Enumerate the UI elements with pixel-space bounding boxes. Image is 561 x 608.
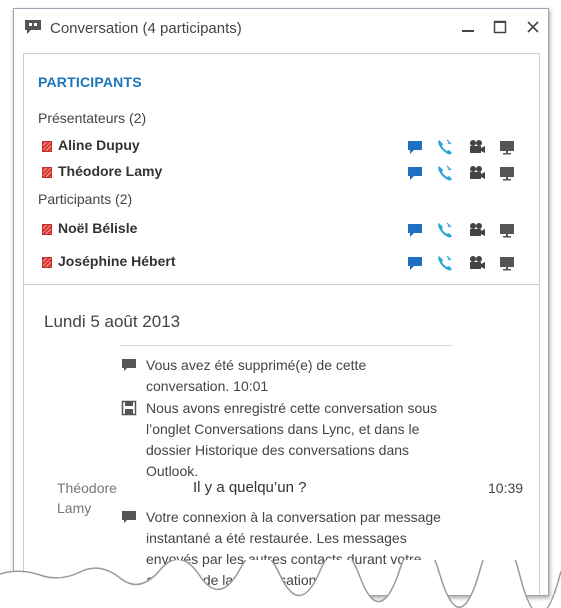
close-button[interactable] xyxy=(525,19,541,35)
im-icon[interactable] xyxy=(405,221,425,239)
participant-name[interactable]: Joséphine Hébert xyxy=(58,253,175,269)
video-icon[interactable] xyxy=(466,164,486,182)
group-label-presenters[interactable]: Présentateurs (2) xyxy=(38,110,146,126)
screen-share-icon[interactable] xyxy=(497,254,517,272)
presence-busy-icon xyxy=(42,167,52,178)
system-message: Vous avez été supprimé(e) de cette conve… xyxy=(122,355,446,397)
conversation-icon xyxy=(25,20,41,34)
save-icon xyxy=(121,400,137,416)
video-icon[interactable] xyxy=(466,221,486,239)
participant-row[interactable]: Noël Bélisle xyxy=(42,220,522,240)
message-time: 10:39 xyxy=(488,480,524,496)
system-message-text: Nous avons enregistré cette conversation… xyxy=(146,400,438,479)
presence-busy-icon xyxy=(42,257,52,268)
date-header: Lundi 5 août 2013 xyxy=(44,312,181,331)
participant-row[interactable]: Théodore Lamy xyxy=(42,163,522,183)
video-icon[interactable] xyxy=(466,138,486,156)
im-icon[interactable] xyxy=(405,254,425,272)
maximize-button[interactable] xyxy=(492,19,508,35)
presence-busy-icon xyxy=(42,141,52,152)
screen-share-icon[interactable] xyxy=(497,138,517,156)
im-icon[interactable] xyxy=(405,164,425,182)
system-message: Nous avons enregistré cette conversation… xyxy=(121,398,446,482)
screen-share-icon[interactable] xyxy=(497,221,517,239)
window-title: Conversation (4 participants) xyxy=(50,20,242,37)
message-text: Il y a quelqu’un ? xyxy=(193,479,307,496)
im-icon[interactable] xyxy=(405,138,425,156)
phone-icon[interactable] xyxy=(435,164,455,182)
participant-name[interactable]: Noël Bélisle xyxy=(58,220,137,236)
conversation-history[interactable]: Lundi 5 août 2013 Vous avez été supprimé… xyxy=(23,285,540,595)
presence-busy-icon xyxy=(42,224,52,235)
video-icon[interactable] xyxy=(466,254,486,272)
conversation-window: Conversation (4 participants) PARTICIPAN… xyxy=(13,8,549,596)
chat-bubble-icon xyxy=(122,511,136,523)
participant-row[interactable]: Aline Dupuy xyxy=(42,137,522,157)
torn-edge xyxy=(0,560,561,608)
phone-icon[interactable] xyxy=(435,254,455,272)
group-label-participants[interactable]: Participants (2) xyxy=(38,191,132,207)
participant-name[interactable]: Aline Dupuy xyxy=(58,137,140,153)
separator xyxy=(120,345,453,346)
participants-panel: PARTICIPANTS Présentateurs (2) Aline Dup… xyxy=(23,53,540,285)
participant-row[interactable]: Joséphine Hébert xyxy=(42,253,522,273)
minimize-button[interactable] xyxy=(460,19,476,35)
phone-icon[interactable] xyxy=(435,138,455,156)
system-message-text: Vous avez été supprimé(e) de cette conve… xyxy=(146,357,367,394)
participant-name[interactable]: Théodore Lamy xyxy=(58,163,162,179)
screen-share-icon[interactable] xyxy=(497,164,517,182)
phone-icon[interactable] xyxy=(435,221,455,239)
title-bar[interactable]: Conversation (4 participants) xyxy=(14,9,548,47)
participants-heading: PARTICIPANTS xyxy=(38,74,142,90)
chat-bubble-icon xyxy=(122,359,136,371)
